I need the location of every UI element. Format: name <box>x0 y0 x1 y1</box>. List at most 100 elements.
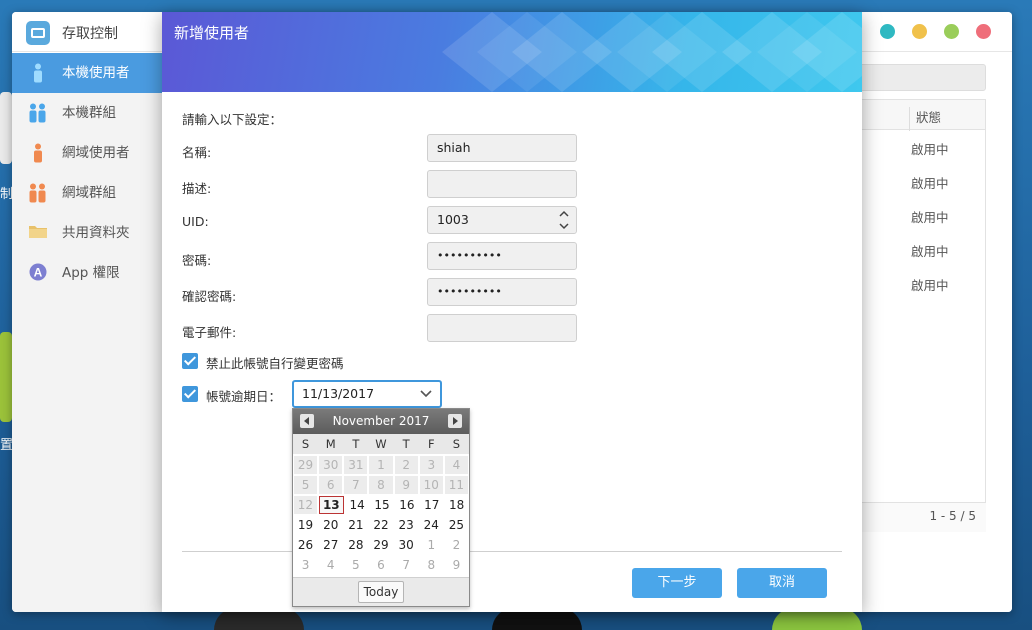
sidebar-item-label: 本機群組 <box>62 105 116 121</box>
weekday-label: W <box>375 437 387 451</box>
email-input[interactable] <box>427 314 577 342</box>
user-table: 狀態 啟用中 啟用中 啟用中 啟用中 啟用中 <box>852 99 986 532</box>
status-cell: 啟用中 <box>911 244 949 259</box>
table-row[interactable]: 啟用中 <box>853 198 985 232</box>
expiration-label: 帳號逾期日： <box>206 389 282 404</box>
cancel-button[interactable]: 取消 <box>737 568 827 598</box>
calendar-day[interactable]: 14 <box>346 496 369 514</box>
calendar-week: 3456789 <box>293 555 469 575</box>
calendar-day: 6 <box>319 476 343 494</box>
uid-value: 1003 <box>437 212 469 227</box>
window-dot-teal[interactable] <box>880 24 895 39</box>
calendar-day[interactable]: 19 <box>294 516 317 534</box>
calendar-day[interactable]: 4 <box>319 556 342 574</box>
expiration-date-value: 11/13/2017 <box>302 386 375 401</box>
pagination-text: 1 - 5 / 5 <box>929 509 976 523</box>
id-card-icon <box>26 21 50 45</box>
calendar-month-label: November 2017 <box>332 414 430 428</box>
sidebar: 本機使用者 本機群組 網域使用者 網域群組 共用資料夾 A App 權限 <box>12 53 162 612</box>
calendar-day[interactable]: 20 <box>319 516 342 534</box>
sidebar-item-domain-users[interactable]: 網域使用者 <box>12 133 162 173</box>
calendar-day[interactable]: 5 <box>344 556 367 574</box>
calendar-day[interactable]: 24 <box>420 516 443 534</box>
calendar-day[interactable]: 22 <box>369 516 392 534</box>
calendar-day[interactable]: 2 <box>445 536 468 554</box>
sidebar-item-local-users[interactable]: 本機使用者 <box>12 53 162 93</box>
calendar-day[interactable]: 29 <box>369 536 392 554</box>
sidebar-item-label: 網域群組 <box>62 185 116 201</box>
calendar-day[interactable]: 8 <box>420 556 443 574</box>
name-input[interactable]: shiah <box>427 134 577 162</box>
calendar-day[interactable]: 30 <box>395 536 418 554</box>
calendar-day: 3 <box>419 456 443 474</box>
sidebar-item-domain-groups[interactable]: 網域群組 <box>12 173 162 213</box>
today-button[interactable]: Today <box>358 581 404 603</box>
calendar-footer: Today <box>293 577 469 606</box>
calendar-day[interactable]: 21 <box>344 516 367 534</box>
app-icon: A <box>28 263 48 283</box>
confirm-password-input[interactable]: •••••••••• <box>427 278 577 306</box>
group-icon <box>28 103 48 123</box>
calendar-day[interactable]: 7 <box>395 556 418 574</box>
maximize-button[interactable] <box>944 24 959 39</box>
close-button[interactable] <box>976 24 991 39</box>
calendar-week: 26 27 28 29 30 1 2 <box>293 535 469 555</box>
table-row[interactable]: 啟用中 <box>853 266 985 300</box>
calendar-day: 7 <box>344 476 368 494</box>
calendar-day[interactable]: 1 <box>420 536 443 554</box>
calendar-day: 5 <box>294 476 318 494</box>
sidebar-item-local-groups[interactable]: 本機群組 <box>12 93 162 133</box>
calendar-week: 19 20 21 22 23 24 25 <box>293 515 469 535</box>
calendar-day: 31 <box>344 456 368 474</box>
stepper-arrows-icon[interactable] <box>558 209 570 231</box>
calendar-day[interactable]: 28 <box>344 536 367 554</box>
app-title: 存取控制 <box>62 26 118 42</box>
sidebar-item-app-privileges[interactable]: A App 權限 <box>12 253 162 293</box>
chevron-down-icon[interactable] <box>420 384 432 404</box>
folder-icon <box>28 223 48 243</box>
table-row[interactable]: 啟用中 <box>853 130 985 164</box>
form-prompt: 請輸入以下設定： <box>182 112 283 127</box>
calendar-day[interactable]: 9 <box>445 556 468 574</box>
calendar-day[interactable]: 6 <box>369 556 392 574</box>
next-button[interactable]: 下一步 <box>632 568 722 598</box>
calendar-day[interactable]: 27 <box>319 536 342 554</box>
confirm-password-label: 確認密碼: <box>182 289 237 304</box>
table-footer: 1 - 5 / 5 <box>852 502 986 532</box>
calendar-day[interactable]: 16 <box>395 496 418 514</box>
search-input[interactable] <box>852 64 986 91</box>
calendar-day-selected[interactable]: 13 <box>318 496 344 514</box>
calendar-week: 12 13 14 15 16 17 18 <box>293 495 469 515</box>
calendar-grid: 29 30 31 1 2 3 4 5 6 7 8 9 10 11 12 13 14 15 16 17 18 19 20 21 2… <box>293 455 469 575</box>
calendar-day[interactable]: 23 <box>395 516 418 534</box>
password-label: 密碼: <box>182 253 212 268</box>
status-column-header[interactable]: 狀態 <box>909 107 941 131</box>
status-cell: 啟用中 <box>911 210 949 225</box>
expiration-date-picker[interactable]: 11/13/2017 <box>292 380 442 408</box>
table-row[interactable]: 啟用中 <box>853 164 985 198</box>
weekday-label: M <box>325 437 336 451</box>
calendar-week: 29 30 31 1 2 3 4 <box>293 455 469 475</box>
next-month-button[interactable] <box>448 414 462 428</box>
minimize-button[interactable] <box>912 24 927 39</box>
calendar-day[interactable]: 18 <box>445 496 468 514</box>
weekday-label: S <box>452 437 461 451</box>
calendar-day[interactable]: 26 <box>294 536 317 554</box>
password-input[interactable]: •••••••••• <box>427 242 577 270</box>
table-row[interactable]: 啟用中 <box>853 232 985 266</box>
calendar-day: 30 <box>319 456 343 474</box>
uid-stepper[interactable]: 1003 <box>427 206 577 234</box>
disallow-password-change-label: 禁止此帳號自行變更密碼 <box>206 356 344 371</box>
expiration-checkbox[interactable] <box>182 386 198 402</box>
description-input[interactable] <box>427 170 577 198</box>
sidebar-item-shared-folders[interactable]: 共用資料夾 <box>12 213 162 253</box>
calendar-day[interactable]: 15 <box>371 496 394 514</box>
calendar-day[interactable]: 3 <box>294 556 317 574</box>
disallow-password-change-checkbox[interactable] <box>182 353 198 369</box>
calendar-day: 8 <box>369 476 393 494</box>
sidebar-item-label: 網域使用者 <box>62 145 130 161</box>
status-cell: 啟用中 <box>911 142 949 157</box>
dialog-header: 新增使用者 <box>162 12 862 92</box>
calendar-day[interactable]: 25 <box>445 516 468 534</box>
calendar-day[interactable]: 17 <box>420 496 443 514</box>
